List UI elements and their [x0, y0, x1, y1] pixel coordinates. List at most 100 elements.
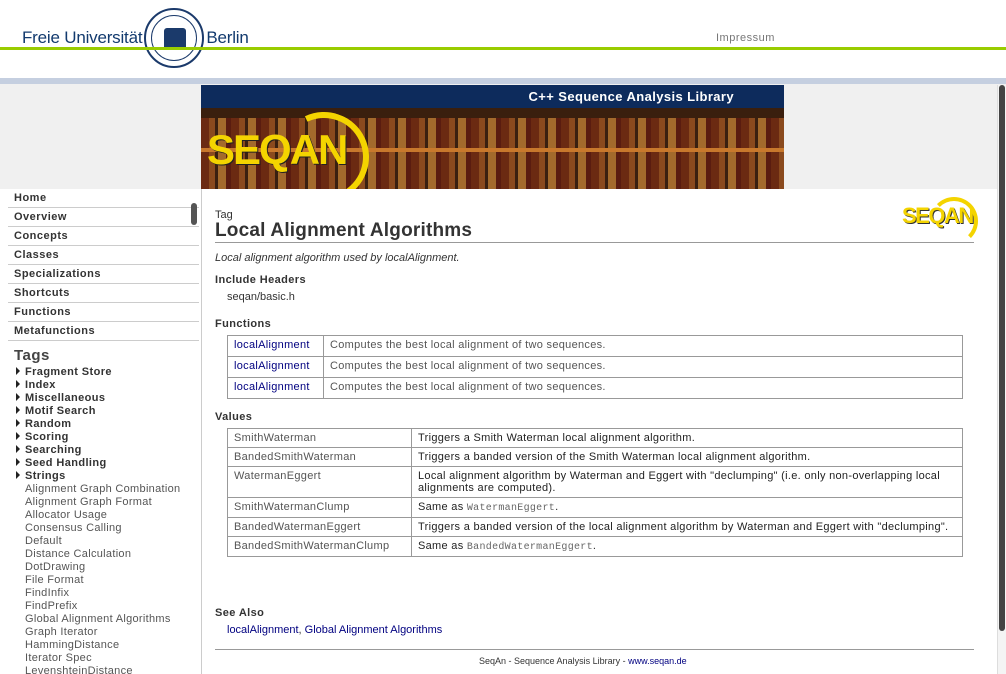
tag-leaf-link[interactable]: DotDrawing	[25, 561, 201, 574]
include-headers-heading: Include Headers	[215, 274, 306, 286]
sidebar-scrollbar[interactable]	[191, 203, 197, 225]
title-divider	[215, 242, 974, 243]
see-also-heading: See Also	[215, 607, 265, 619]
sidebar-nav-item[interactable]: Concepts	[8, 227, 199, 246]
tag-group-item[interactable]: Seed Handling	[16, 457, 201, 470]
see-also-link[interactable]: Global Alignment Algorithms	[305, 624, 443, 636]
value-description-text: Triggers a Smith Waterman local alignmen…	[418, 432, 696, 444]
bookshelf-banner-image: SEQAN	[201, 108, 784, 189]
function-row: localAlignment Computes the best local al…	[227, 356, 963, 378]
function-link[interactable]: localAlignment	[234, 381, 310, 393]
tag-leaf-link[interactable]: Allocator Usage	[25, 509, 201, 522]
tag-leaf-link[interactable]: FindInfix	[25, 587, 201, 600]
expand-triangle-icon[interactable]	[16, 458, 20, 466]
tag-group-label: Scoring	[25, 431, 69, 443]
banner-title: C++ Sequence Analysis Library	[201, 85, 784, 108]
tag-group-item[interactable]: Scoring	[16, 431, 201, 444]
sidebar-nav-item[interactable]: Overview	[8, 208, 199, 227]
sidebar-nav: Home Overview Concepts Classes Specializatio…	[0, 189, 201, 341]
value-name: BandedSmithWatermanClump	[227, 536, 412, 557]
value-row: SmithWaterman Triggers a Smith Waterman l…	[227, 428, 963, 448]
value-description: Triggers a Smith Waterman local alignmen…	[411, 428, 963, 448]
function-name-cell: localAlignment	[227, 377, 324, 399]
expand-triangle-icon[interactable]	[16, 367, 20, 375]
value-row: WatermanEggert Local alignment algorithm …	[227, 466, 963, 498]
sidebar-nav-item[interactable]: Shortcuts	[8, 284, 199, 303]
expand-triangle-icon[interactable]	[16, 380, 20, 388]
tag-leaf-link[interactable]: Global Alignment Algorithms	[25, 613, 201, 626]
value-description: Local alignment algorithm by Waterman an…	[411, 466, 963, 498]
expand-triangle-icon[interactable]	[16, 393, 20, 401]
header-green-rule	[0, 47, 1006, 50]
tag-group-label: Strings	[25, 470, 66, 482]
tag-leaf-link[interactable]: Iterator Spec	[25, 652, 201, 665]
function-row: localAlignment Computes the best local al…	[227, 335, 963, 357]
fu-logo-left-text: Freie Universität	[22, 28, 143, 47]
tag-group-item[interactable]: Fragment Store	[16, 366, 201, 379]
tag-leaf-link[interactable]: FindPrefix	[25, 600, 201, 613]
seqan-logo[interactable]: SEQAN	[207, 126, 348, 174]
tag-leaf-link[interactable]: HammingDistance	[25, 639, 201, 652]
tag-leaf-link[interactable]: Default	[25, 535, 201, 548]
value-name: WatermanEggert	[227, 466, 412, 498]
expand-triangle-icon[interactable]	[16, 471, 20, 479]
function-link[interactable]: localAlignment	[234, 360, 310, 372]
tag-leaf-link[interactable]: Alignment Graph Combination	[25, 483, 201, 496]
page-summary: Local alignment algorithm used by localA…	[215, 252, 460, 264]
value-description-text: Same as	[418, 540, 467, 552]
fu-logo-right-text: Berlin	[206, 28, 249, 47]
sidebar-nav-item[interactable]: Metafunctions	[8, 322, 199, 341]
footer-divider	[215, 649, 974, 650]
tag-group-label: Searching	[25, 444, 82, 456]
values-heading: Values	[215, 411, 253, 423]
tag-group-label: Seed Handling	[25, 457, 107, 469]
value-name: BandedWatermanEggert	[227, 517, 412, 537]
value-description-text: Local alignment algorithm by Waterman an…	[418, 470, 940, 494]
footer-link[interactable]: www.seqan.de	[628, 656, 687, 666]
tag-leaf-link[interactable]: Graph Iterator	[25, 626, 201, 639]
tag-leaf-link[interactable]: File Format	[25, 574, 201, 587]
functions-table: localAlignment Computes the best local al…	[227, 335, 963, 399]
expand-triangle-icon[interactable]	[16, 419, 20, 427]
tag-leaf-link[interactable]: LevenshteinDistance	[25, 665, 201, 674]
tag-groups: Fragment Store Index Miscellaneous Motif Se…	[0, 366, 201, 483]
tag-group-item[interactable]: Miscellaneous	[16, 392, 201, 405]
tag-group-item[interactable]: Index	[16, 379, 201, 392]
tag-group-item[interactable]: Motif Search	[16, 405, 201, 418]
tag-leaf-link[interactable]: Alignment Graph Format	[25, 496, 201, 509]
values-table: SmithWaterman Triggers a Smith Waterman l…	[227, 428, 963, 557]
see-also-link[interactable]: localAlignment	[227, 624, 299, 636]
tag-group-label: Miscellaneous	[25, 392, 106, 404]
tag-group-item[interactable]: Random	[16, 418, 201, 431]
main-content: Tag Local Alignment Algorithms SEQAN Loc…	[201, 189, 997, 674]
sidebar-nav-item[interactable]: Classes	[8, 246, 199, 265]
functions-heading: Functions	[215, 318, 272, 330]
value-description-text: Same as	[418, 501, 467, 513]
footer: SeqAn - Sequence Analysis Library - www.…	[479, 656, 687, 666]
expand-triangle-icon[interactable]	[16, 406, 20, 414]
page-scrollbar-thumb[interactable]	[999, 85, 1005, 631]
value-description: Triggers a banded version of the Smith W…	[411, 447, 963, 467]
tag-group-item[interactable]: Searching	[16, 444, 201, 457]
page-scrollbar[interactable]	[997, 85, 1006, 674]
tag-leaf-link[interactable]: Distance Calculation	[25, 548, 201, 561]
function-link[interactable]: localAlignment	[234, 339, 310, 351]
footer-text: SeqAn - Sequence Analysis Library -	[479, 656, 629, 666]
value-name: BandedSmithWaterman	[227, 447, 412, 467]
tag-leaf-link[interactable]: Consensus Calling	[25, 522, 201, 535]
tag-group-item[interactable]: Strings	[16, 470, 201, 483]
expand-triangle-icon[interactable]	[16, 432, 20, 440]
impressum-link[interactable]: Impressum	[716, 32, 775, 44]
sidebar-nav-item[interactable]: Functions	[8, 303, 199, 322]
value-code-ref: WatermanEggert	[466, 503, 556, 514]
value-description: Triggers a banded version of the local a…	[411, 517, 963, 537]
sidebar-nav-item[interactable]: Specializations	[8, 265, 199, 284]
function-description: Computes the best local alignment of two…	[323, 356, 963, 378]
function-name-cell: localAlignment	[227, 335, 324, 357]
tag-group-label: Index	[25, 379, 56, 391]
value-name: SmithWatermanClump	[227, 497, 412, 518]
expand-triangle-icon[interactable]	[16, 445, 20, 453]
seqan-banner: C++ Sequence Analysis Library SEQAN	[201, 85, 784, 189]
fu-logo[interactable]: Freie Universität Berlin	[22, 6, 249, 70]
sidebar-nav-item[interactable]: Home	[8, 189, 199, 208]
